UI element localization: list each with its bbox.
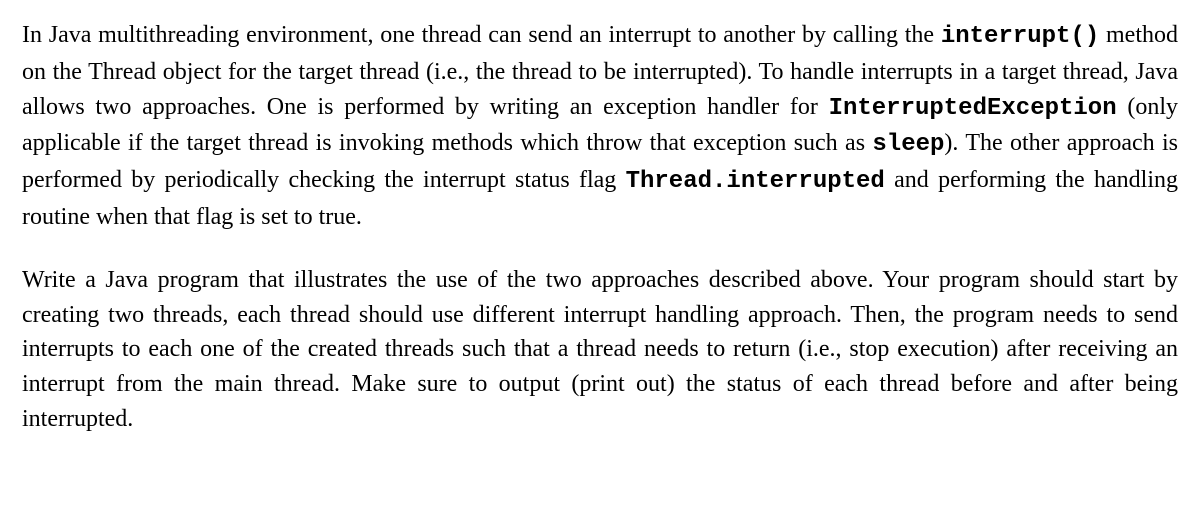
paragraph: In Java multithreading environment, one … [22, 18, 1178, 235]
code-text: interrupt() [941, 23, 1099, 50]
code-text: InterruptedException [829, 95, 1117, 122]
code-text: Thread.interrupted [626, 168, 885, 195]
document-body: In Java multithreading environment, one … [22, 18, 1178, 437]
code-text: sleep [872, 131, 944, 158]
body-text: Write a Java program that illustrates th… [22, 267, 1178, 432]
paragraph: Write a Java program that illustrates th… [22, 263, 1178, 437]
body-text: In Java multithreading environment, one … [22, 22, 941, 48]
